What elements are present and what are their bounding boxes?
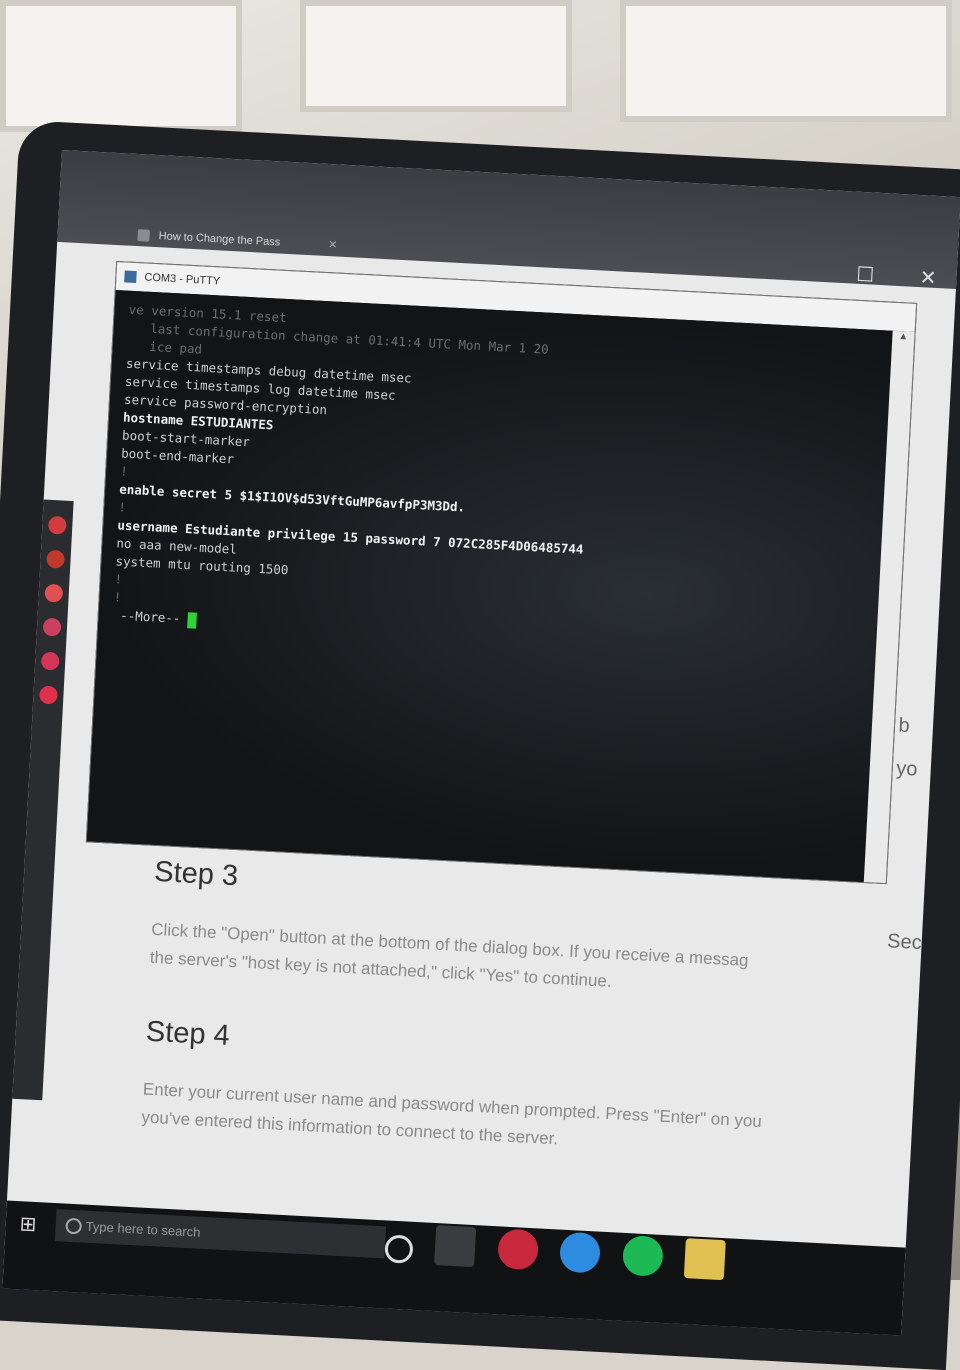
spotify-icon[interactable] [621,1234,664,1277]
room-window [300,0,572,112]
cortana-icon[interactable] [384,1234,414,1264]
room-window [620,0,952,122]
app-icon[interactable] [40,651,60,671]
article-content: Step 3 Click the "Open" button at the bo… [37,841,935,1247]
page-favicon-icon [137,229,150,242]
right-edge-text: Sec [886,930,923,955]
terminal-output[interactable]: ve version 15.1 reset last configuration… [86,290,893,882]
step4-title: Step 4 [145,1015,231,1052]
file-explorer-icon[interactable] [684,1238,727,1281]
tab-close-icon[interactable]: ✕ [328,234,338,256]
tab-title: How to Change the Pass [158,230,281,249]
windows-start-icon[interactable]: ⊞ [19,1211,44,1236]
taskbar-search[interactable]: Type here to search [54,1209,387,1259]
search-placeholder: Type here to search [85,1218,201,1240]
scroll-up-icon[interactable]: ▲ [892,331,915,343]
window-controls: ☐ ✕ [816,260,937,291]
app-icon[interactable] [559,1231,602,1274]
putty-window[interactable]: COM3 - PuTTY ve version 15.1 reset last … [85,260,918,885]
putty-title: COM3 - PuTTY [144,271,221,288]
task-view-icon[interactable] [434,1225,477,1268]
close-icon[interactable]: ✕ [919,267,937,290]
room-window [0,0,242,132]
more-prompt: --More-- [112,607,189,627]
browser-tab[interactable]: How to Change the Pass ✕ [137,224,338,256]
app-icon[interactable] [46,549,66,569]
laptop-screen: How to Change the Pass ✕ ☐ ✕ COM3 - PuTT… [2,150,960,1336]
app-icon[interactable] [38,685,58,705]
step3-title: Step 3 [153,855,239,893]
right-edge-text: b [897,714,911,738]
putty-app-icon [124,270,137,284]
search-icon [65,1217,83,1235]
app-icon[interactable] [47,515,67,535]
app-icon[interactable] [42,617,62,637]
right-edge-text: yo [895,757,918,781]
terminal-cursor [187,611,198,629]
maximize-icon[interactable]: ☐ [856,264,875,287]
app-icon[interactable] [44,583,64,603]
opera-icon[interactable] [496,1228,540,1271]
